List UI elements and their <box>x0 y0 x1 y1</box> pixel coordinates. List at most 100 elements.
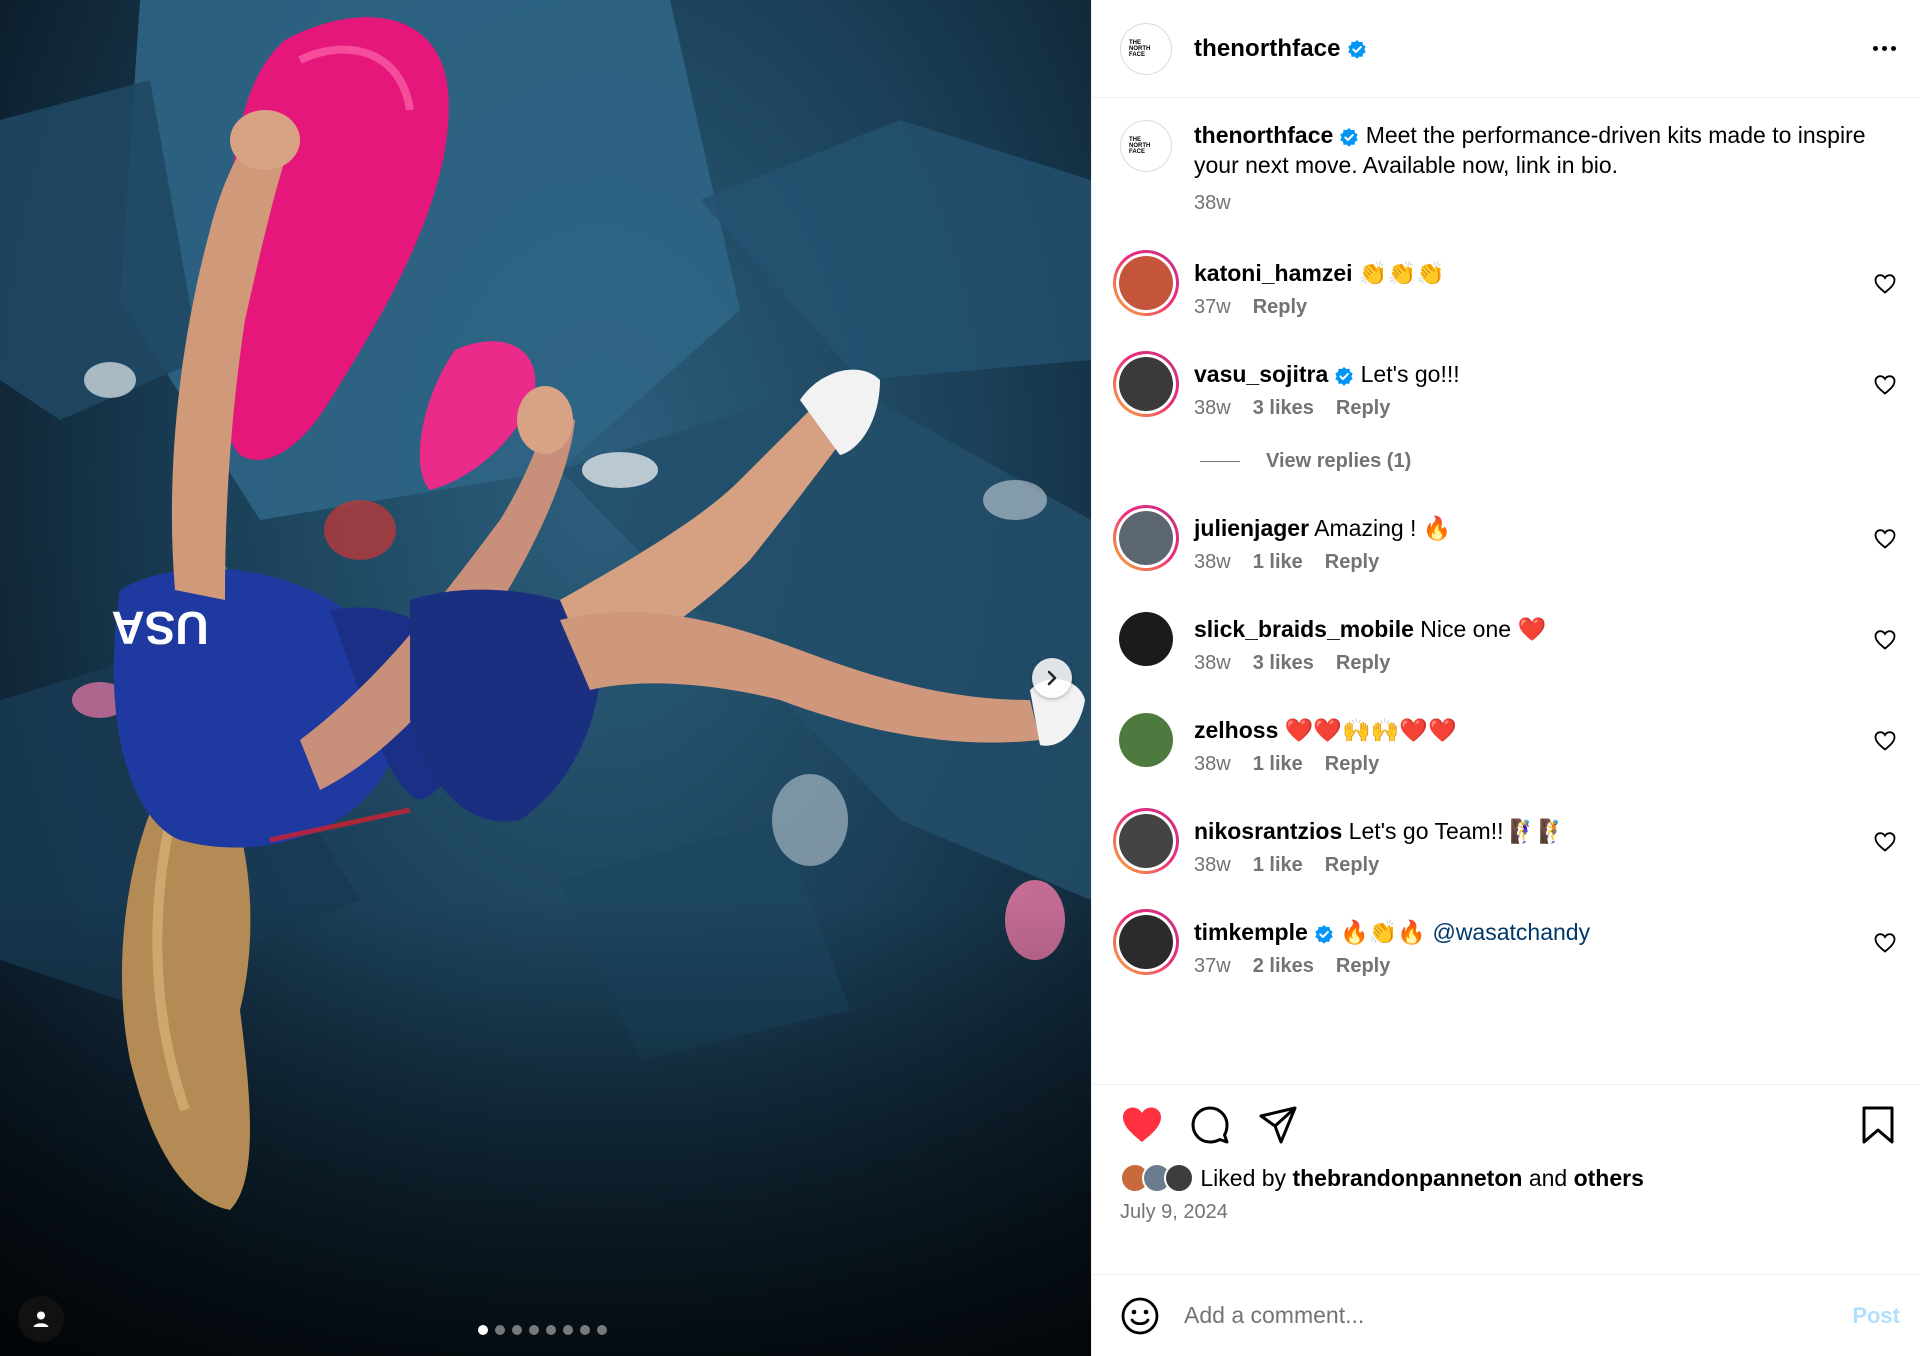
comment-text: Let's go!!! <box>1360 361 1460 387</box>
post-comment-button[interactable]: Post <box>1852 1303 1900 1329</box>
liked-by-others[interactable]: others <box>1574 1165 1644 1191</box>
comment-username[interactable]: nikosrantzios <box>1194 818 1342 844</box>
comment-username[interactable]: zelhoss <box>1194 717 1278 743</box>
comment-item: julienjager Amazing ! 🔥 38w 1 like Reply <box>1092 505 1920 574</box>
more-options-icon[interactable] <box>1873 46 1896 51</box>
comment-age: 38w <box>1194 854 1231 876</box>
liker-avatar <box>1164 1163 1194 1193</box>
comment-age: 38w <box>1194 652 1231 674</box>
post-date[interactable]: July 9, 2024 <box>1120 1201 1900 1224</box>
comment-heart-icon[interactable] <box>1874 832 1896 852</box>
comment-text: Amazing ! 🔥 <box>1314 515 1452 541</box>
carousel-dot <box>512 1325 522 1335</box>
comment-username[interactable]: slick_braids_mobile <box>1194 616 1414 642</box>
north-face-logo: THE NORTH FACE <box>1129 135 1163 157</box>
post-header: THE NORTH FACE thenorthface <box>1092 0 1920 98</box>
emoji-icon[interactable] <box>1120 1296 1160 1336</box>
commenter-avatar[interactable] <box>1113 250 1179 316</box>
comment-item: zelhoss ❤️❤️🙌🙌❤️❤️ 38w 1 like Reply <box>1092 710 1920 776</box>
view-replies-label: View replies (1) <box>1266 450 1412 472</box>
comment-mention[interactable]: @wasatchandy <box>1432 919 1590 945</box>
comment-item: vasu_sojitra Let's go!!! 38w 3 likes Reply <box>1092 351 1920 420</box>
reply-button[interactable]: Reply <box>1325 854 1379 877</box>
comment-likes[interactable]: 1 like <box>1253 854 1303 877</box>
carousel-dot <box>495 1325 505 1335</box>
comment-heart-icon[interactable] <box>1874 731 1896 751</box>
comment-likes[interactable]: 3 likes <box>1253 652 1314 675</box>
comment-age: 38w <box>1194 753 1231 775</box>
view-replies-button[interactable]: View replies (1) <box>1200 450 1920 473</box>
logo-line: FACE <box>1129 149 1146 155</box>
post-caption: THE NORTH FACE thenorthface Meet the per… <box>1092 120 1920 218</box>
liked-by-summary: Liked by thebrandonpanneton and others <box>1120 1163 1900 1193</box>
carousel-dot <box>580 1325 590 1335</box>
liker-avatars[interactable] <box>1120 1163 1194 1193</box>
comments-list[interactable]: THE NORTH FACE thenorthface Meet the per… <box>1092 98 1920 1084</box>
comment-heart-icon[interactable] <box>1874 274 1896 294</box>
next-image-button[interactable] <box>1032 658 1072 698</box>
caption-username[interactable]: thenorthface <box>1194 122 1333 148</box>
commenter-avatar[interactable] <box>1113 808 1179 874</box>
liked-by-user[interactable]: thebrandonpanneton <box>1292 1165 1522 1191</box>
instagram-post-view: USA THE NORTH FACE thenorthface THE NORT… <box>0 0 1920 1356</box>
commenter-avatar[interactable] <box>1113 707 1179 773</box>
reply-button[interactable]: Reply <box>1325 753 1379 776</box>
commenter-avatar[interactable] <box>1113 909 1179 975</box>
commenter-avatar[interactable] <box>1113 606 1179 672</box>
author-avatar[interactable]: THE NORTH FACE <box>1120 22 1172 75</box>
reply-button[interactable]: Reply <box>1336 955 1390 978</box>
comment-item: timkemple 🔥👏🔥 @wasatchandy 37w 2 likes Repl… <box>1092 909 1920 978</box>
comment-heart-icon[interactable] <box>1874 933 1896 953</box>
comment-likes[interactable]: 1 like <box>1253 753 1303 776</box>
reply-button[interactable]: Reply <box>1325 551 1379 574</box>
share-button[interactable] <box>1256 1103 1300 1147</box>
comment-heart-icon[interactable] <box>1874 630 1896 650</box>
comment-likes[interactable]: 2 likes <box>1253 955 1314 978</box>
comment-likes[interactable]: 1 like <box>1253 551 1303 574</box>
carousel-dot <box>597 1325 607 1335</box>
add-comment-bar: Post <box>1092 1274 1920 1356</box>
comment-item: katoni_hamzei 👏👏👏 37w Reply <box>1092 250 1920 319</box>
comment-age: 37w <box>1194 955 1231 977</box>
carousel-dot <box>563 1325 573 1335</box>
comment-item: nikosrantzios Let's go Team!! 🧗‍♀️🧗 38w 1 … <box>1092 808 1920 877</box>
comment-heart-icon[interactable] <box>1874 529 1896 549</box>
comment-heart-icon[interactable] <box>1874 375 1896 395</box>
like-button[interactable] <box>1120 1103 1164 1147</box>
comment-age: 37w <box>1194 296 1231 318</box>
heart-icon <box>1123 1107 1161 1142</box>
save-button[interactable] <box>1856 1103 1900 1147</box>
comment-text: 👏👏👏 <box>1358 260 1445 286</box>
author-avatar[interactable]: THE NORTH FACE <box>1120 120 1172 172</box>
comment-icon <box>1191 1106 1229 1144</box>
bookmark-icon <box>1862 1106 1894 1144</box>
carousel-dot <box>529 1325 539 1335</box>
carousel-dot <box>546 1325 556 1335</box>
north-face-logo: THE NORTH FACE <box>1129 38 1163 60</box>
comment-likes[interactable]: 3 likes <box>1253 397 1314 420</box>
post-media[interactable]: USA <box>0 0 1091 1356</box>
comment-username[interactable]: julienjager <box>1194 515 1309 541</box>
tagged-users-button[interactable] <box>18 1296 64 1342</box>
reply-button[interactable]: Reply <box>1336 652 1390 675</box>
commenter-avatar[interactable] <box>1113 505 1179 571</box>
commenter-avatar[interactable] <box>1113 351 1179 417</box>
climbing-photo: USA <box>0 0 1091 1356</box>
comment-username[interactable]: vasu_sojitra <box>1194 361 1328 387</box>
comment-text: Nice one ❤️ <box>1420 616 1547 642</box>
reply-button[interactable]: Reply <box>1253 296 1307 319</box>
comment-text: 🔥👏🔥 <box>1340 919 1427 945</box>
verified-badge-icon <box>1340 127 1358 147</box>
author-username[interactable]: thenorthface <box>1194 35 1341 63</box>
post-details-panel: THE NORTH FACE thenorthface THE NORTH FA… <box>1091 0 1920 1356</box>
reply-button[interactable]: Reply <box>1336 397 1390 420</box>
verified-badge-icon <box>1315 924 1333 944</box>
comment-input[interactable] <box>1184 1302 1853 1329</box>
comment-button[interactable] <box>1188 1103 1232 1147</box>
liked-by-and: and <box>1528 1164 1568 1191</box>
user-tag-icon <box>33 1311 49 1327</box>
comment-username[interactable]: katoni_hamzei <box>1194 260 1353 286</box>
caption-age: 38w <box>1194 192 1231 214</box>
comment-text: ❤️❤️🙌🙌❤️❤️ <box>1284 717 1457 743</box>
comment-username[interactable]: timkemple <box>1194 919 1308 945</box>
